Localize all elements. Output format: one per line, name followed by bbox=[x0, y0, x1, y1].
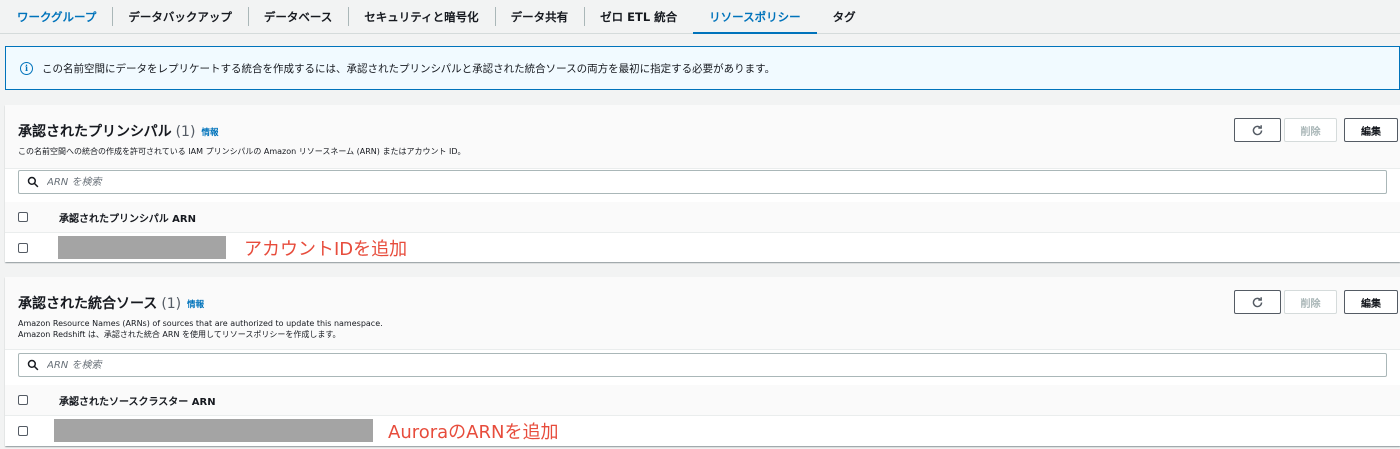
row-checkbox[interactable] bbox=[18, 242, 28, 253]
alert-text: この名前空間にデータをレプリケートする統合を作成するには、承認されたプリンシパル… bbox=[42, 62, 776, 75]
search-icon bbox=[27, 359, 39, 371]
panel-description: この名前空間への統合の作成を許可されている IAM プリンシパルの Amazon… bbox=[18, 147, 466, 156]
info-alert: i この名前空間にデータをレプリケートする統合を作成するには、承認されたプリンシ… bbox=[5, 46, 1400, 90]
panel-title-text: 承認されたプリンシパル bbox=[18, 124, 172, 140]
refresh-button[interactable] bbox=[1234, 118, 1281, 142]
panel-header: 承認された統合ソース (1) 情報 Amazon Resource Names (A… bbox=[5, 277, 1400, 350]
refresh-icon bbox=[1252, 124, 1263, 135]
search-input[interactable] bbox=[45, 358, 1386, 372]
search-field[interactable] bbox=[18, 170, 1387, 194]
edit-button[interactable]: 編集 bbox=[1344, 118, 1398, 142]
panel-title: 承認されたプリンシパル (1) 情報 bbox=[18, 121, 218, 141]
tab-tags[interactable]: タグ bbox=[817, 0, 872, 33]
item-count: (1) bbox=[175, 124, 196, 140]
item-count: (1) bbox=[161, 296, 182, 312]
delete-button[interactable]: 削除 bbox=[1284, 118, 1337, 142]
select-all-checkbox[interactable] bbox=[18, 395, 28, 405]
search-field[interactable] bbox=[18, 353, 1387, 377]
delete-button[interactable]: 削除 bbox=[1284, 290, 1337, 314]
search-input[interactable] bbox=[45, 175, 1386, 189]
edit-button[interactable]: 編集 bbox=[1344, 290, 1398, 314]
authorized-sources-panel: 承認された統合ソース (1) 情報 Amazon Resource Names (A… bbox=[5, 277, 1400, 446]
column-header-principal-arn: 承認されたプリンシパル ARN bbox=[59, 213, 196, 225]
select-all-checkbox[interactable] bbox=[18, 212, 28, 222]
refresh-button[interactable] bbox=[1234, 290, 1281, 314]
column-header-source-arn: 承認されたソースクラスター ARN bbox=[59, 396, 216, 408]
tab-datashare[interactable]: データ共有 bbox=[494, 0, 585, 33]
search-icon bbox=[27, 176, 39, 188]
annotation-text: アカウントIDを追加 bbox=[244, 239, 408, 260]
panel-description-line2: Amazon Redshift は、承認された統合 ARN を使用してリソースポ… bbox=[18, 330, 341, 339]
tab-zero-etl[interactable]: ゼロ ETL 統合 bbox=[584, 0, 693, 33]
panel-title: 承認された統合ソース (1) 情報 bbox=[18, 293, 204, 313]
tab-workgroup[interactable]: ワークグループ bbox=[0, 0, 112, 33]
info-icon: i bbox=[20, 61, 33, 75]
tab-bar: ワークグループ データバックアップ データベース セキュリティと暗号化 データ共… bbox=[0, 0, 1400, 34]
row-checkbox[interactable] bbox=[18, 425, 28, 436]
panel-header: 承認されたプリンシパル (1) 情報 この名前空間への統合の作成を許可されている I… bbox=[5, 105, 1400, 169]
redacted-value bbox=[54, 419, 373, 442]
tab-security-encryption[interactable]: セキュリティと暗号化 bbox=[348, 0, 494, 33]
tab-data-backup[interactable]: データバックアップ bbox=[112, 0, 248, 33]
info-link[interactable]: 情報 bbox=[187, 300, 204, 310]
panel-title-text: 承認された統合ソース bbox=[18, 296, 158, 312]
tab-database[interactable]: データベース bbox=[247, 0, 348, 33]
tab-resource-policy[interactable]: リソースポリシー bbox=[693, 0, 818, 34]
authorized-principals-panel: 承認されたプリンシパル (1) 情報 この名前空間への統合の作成を許可されている I… bbox=[5, 105, 1400, 262]
info-link[interactable]: 情報 bbox=[201, 128, 218, 138]
table-row: AuroraのARNを追加 bbox=[5, 416, 1400, 445]
redacted-value bbox=[58, 236, 226, 259]
refresh-icon bbox=[1252, 296, 1263, 307]
table-header: 承認されたプリンシパル ARN bbox=[5, 202, 1400, 233]
table-row: アカウントIDを追加 bbox=[5, 233, 1400, 262]
table-header: 承認されたソースクラスター ARN bbox=[5, 385, 1400, 416]
annotation-text: AuroraのARNを追加 bbox=[388, 422, 559, 443]
panel-description-line1: Amazon Resource Names (ARNs) of sources … bbox=[18, 319, 383, 328]
